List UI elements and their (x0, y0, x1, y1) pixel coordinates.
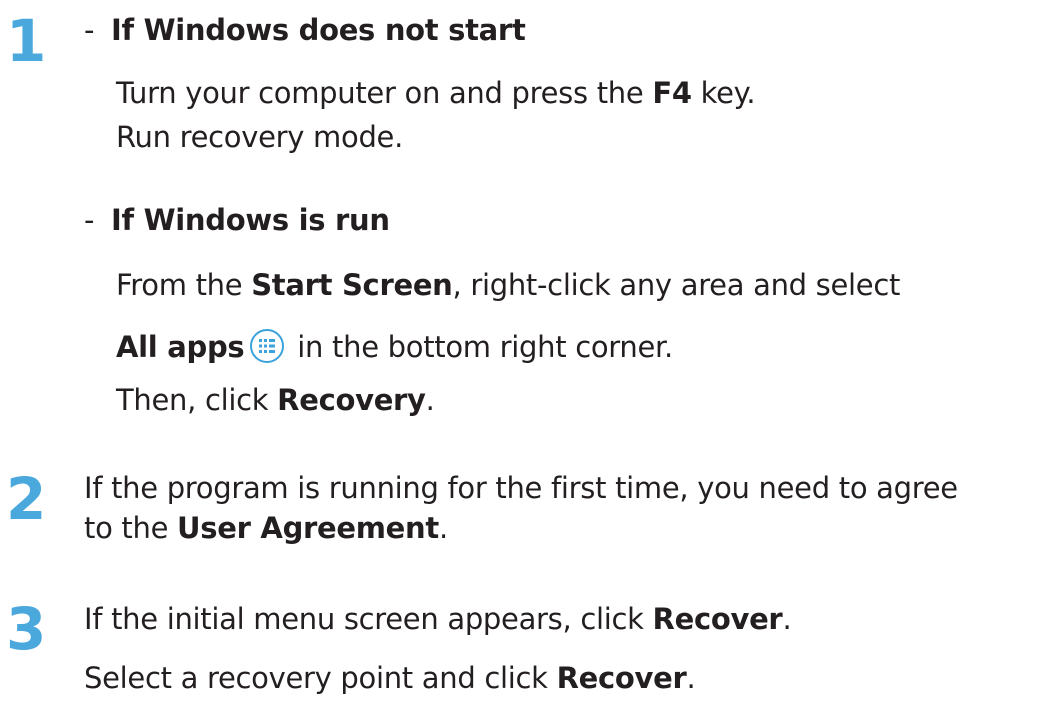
text: key. (691, 76, 756, 110)
branch-heading-is-run: If Windows is run (111, 203, 390, 237)
ui-term: Recover (652, 602, 783, 636)
bullet-dash: - (84, 13, 95, 47)
text: . (782, 602, 792, 636)
ui-term: Recover (556, 661, 687, 695)
text: If the initial menu screen appears, clic… (84, 602, 653, 636)
text: . (425, 383, 435, 417)
instruction-line: If the program is running for the first … (84, 471, 958, 505)
text: to the (84, 511, 178, 545)
ui-term: All apps (116, 330, 245, 364)
instruction-line: Select a recovery point and click Recove… (84, 661, 696, 695)
instruction-line: From the Start Screen, right-click any a… (116, 271, 900, 300)
text: , right-click any area and select (452, 268, 901, 302)
step-number-2: 2 (6, 465, 47, 533)
text: . (686, 661, 696, 695)
text: From the (116, 268, 252, 302)
instruction-line: All apps in the bottom right corner. (116, 329, 673, 363)
ui-term: User Agreement (177, 511, 439, 545)
key-name: F4 (652, 76, 692, 110)
step-number-1: 1 (6, 7, 47, 75)
step-number-3: 3 (6, 595, 47, 663)
text: Then, click (116, 383, 278, 417)
text: . (438, 511, 448, 545)
instruction-line: If the initial menu screen appears, clic… (84, 602, 792, 636)
instruction-line: Turn your computer on and press the F4 k… (116, 76, 756, 110)
text: in the bottom right corner. (288, 330, 673, 364)
branch-heading-no-start: If Windows does not start (111, 13, 526, 47)
instruction-line: to the User Agreement. (84, 514, 448, 543)
text: Turn your computer on and press the (116, 76, 653, 110)
all-apps-icon (250, 329, 285, 363)
instruction-line: Then, click Recovery. (116, 386, 435, 415)
ui-term: Recovery (277, 383, 426, 417)
ui-term: Start Screen (251, 268, 453, 302)
bullet-dash: - (84, 203, 95, 237)
text: Select a recovery point and click (84, 661, 557, 695)
instruction-line: Run recovery mode. (116, 120, 404, 154)
